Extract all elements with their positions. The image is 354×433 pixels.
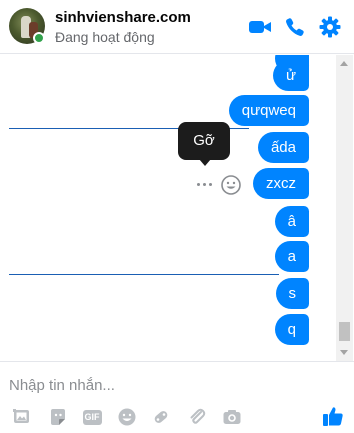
message-bubble[interactable]: qưqweq [228, 95, 309, 126]
thumbs-up-icon[interactable] [321, 404, 345, 428]
camera-icon[interactable] [221, 406, 243, 428]
message-input[interactable] [9, 375, 309, 395]
scroll-thumb[interactable] [339, 322, 350, 341]
message-bubble[interactable]: s [275, 278, 309, 309]
unsend-tooltip: Gỡ [178, 122, 230, 160]
game-controller-icon[interactable] [150, 406, 172, 428]
emoji-reaction-icon[interactable] [220, 174, 242, 196]
message-bubble[interactable]: ấda [257, 132, 309, 163]
phone-icon[interactable] [282, 14, 308, 40]
divider-line [9, 274, 279, 275]
tooltip-arrow [199, 159, 211, 166]
contact-status: Đang hoạt động [55, 29, 155, 45]
gif-icon[interactable]: GIF [81, 406, 103, 428]
online-status-dot [33, 32, 45, 44]
message-bubble[interactable]: q [274, 314, 309, 345]
more-dots-icon[interactable] [194, 174, 214, 194]
attachment-icon[interactable] [186, 406, 208, 428]
message-composer: GIF [0, 361, 354, 433]
conversation-header: sinhvienshare.com Đang hoạt động [0, 0, 354, 54]
message-bubble[interactable]: a [274, 241, 309, 272]
emoji-icon[interactable] [116, 406, 138, 428]
scroll-up-arrow-icon[interactable] [340, 61, 348, 66]
gif-label: GIF [82, 409, 102, 425]
scroll-down-arrow-icon[interactable] [340, 350, 348, 355]
video-call-icon[interactable] [247, 14, 273, 40]
message-bubble-hovered[interactable]: zxcz [253, 168, 309, 199]
photo-icon[interactable] [11, 406, 33, 428]
sticker-icon[interactable] [47, 406, 69, 428]
message-bubble[interactable]: ử [272, 60, 309, 91]
settings-gear-icon[interactable] [317, 14, 343, 40]
message-list: ử qưqweq ấda zxcz â a s q [0, 55, 354, 361]
contact-name[interactable]: sinhvienshare.com [55, 9, 191, 26]
chat-scrollbar[interactable] [336, 55, 353, 361]
message-bubble[interactable]: â [274, 206, 309, 237]
